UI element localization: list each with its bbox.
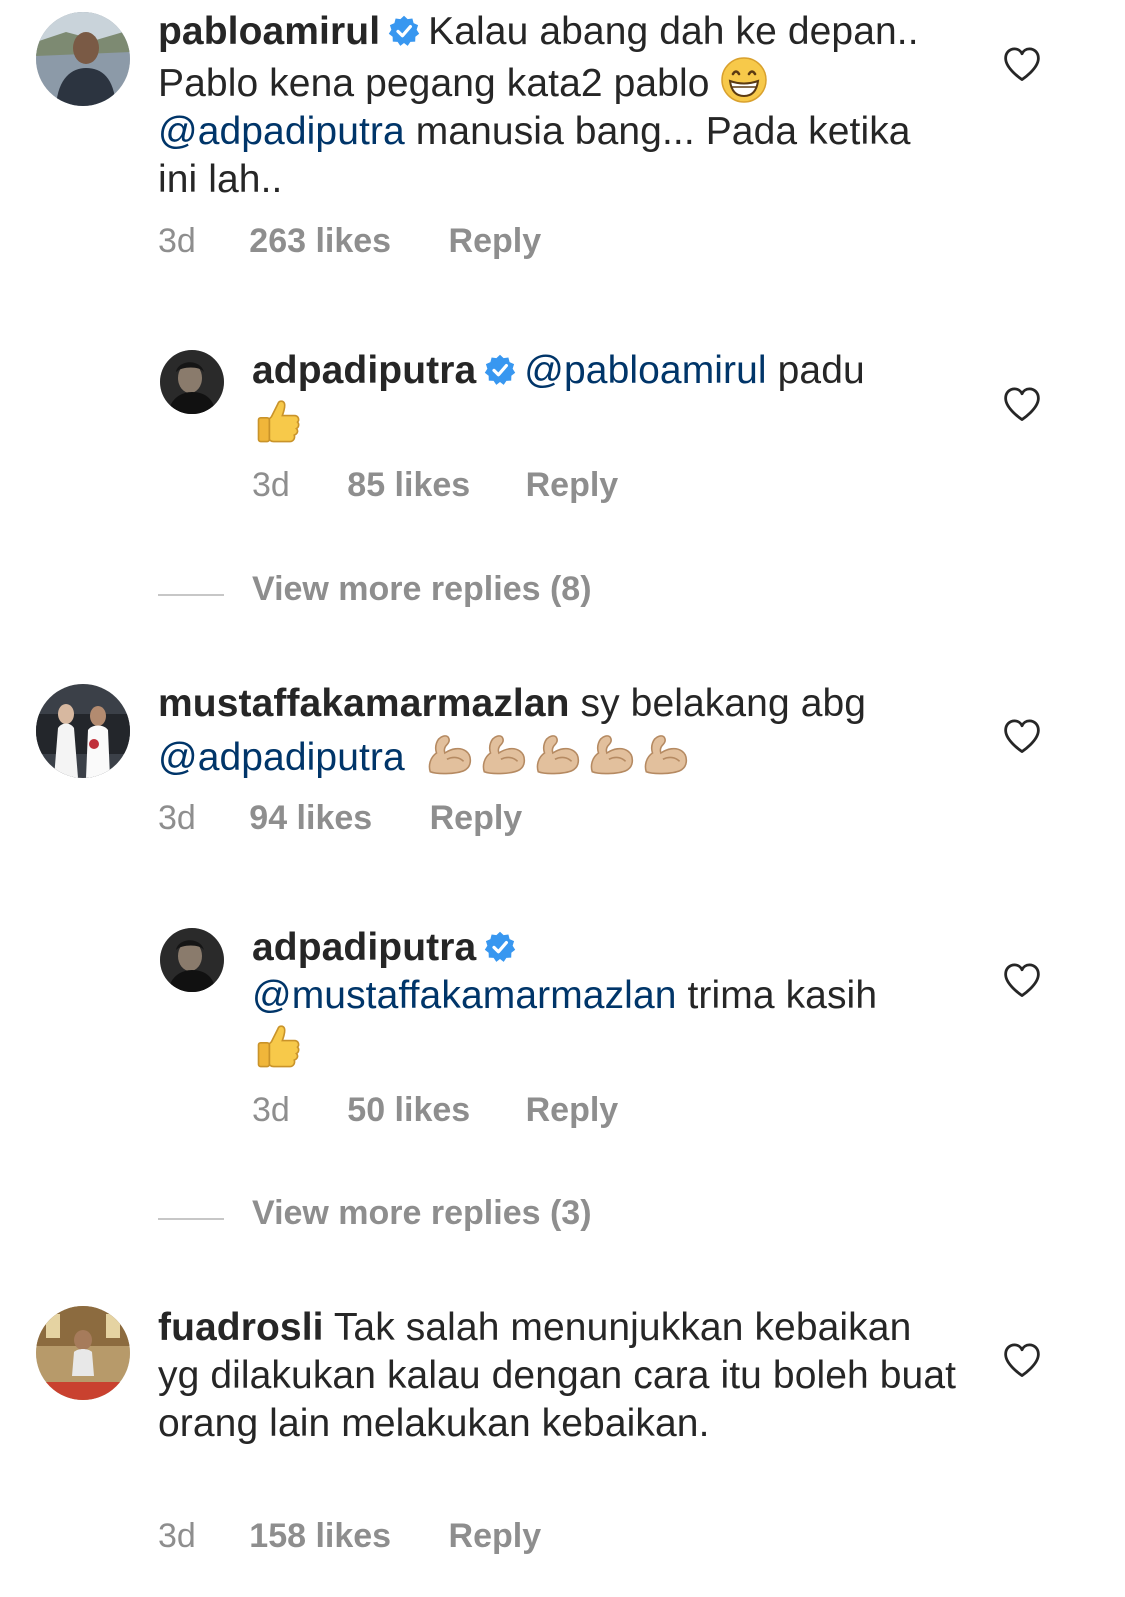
grinning-face-icon — [721, 56, 768, 104]
avatar-photo-icon — [160, 928, 224, 992]
like-heart-icon[interactable] — [1002, 1342, 1042, 1378]
thumbs-up-icon — [257, 1025, 300, 1068]
mention-link[interactable]: @pabloamirul — [524, 349, 766, 392]
avatar[interactable] — [36, 684, 130, 778]
comment-meta: 3d 158 likes Reply — [158, 1517, 541, 1556]
mention-link[interactable]: @adpadiputra — [158, 110, 405, 153]
comment-text: pabloamirul Kalau abang dah ke depan.. Pa… — [158, 8, 958, 204]
comment-username[interactable]: mustaffakamarmazlan — [158, 682, 570, 725]
like-heart-icon[interactable] — [1002, 718, 1042, 754]
avatar[interactable] — [160, 350, 224, 414]
flexed-biceps-group — [424, 728, 694, 790]
reply-button[interactable]: Reply — [449, 222, 542, 261]
comment-meta: 3d 94 likes Reply — [158, 799, 522, 838]
reply-text: adpadiputra @mustaffakamarmazlan trima k… — [252, 924, 952, 1076]
comment-likes[interactable]: 85 likes — [347, 466, 470, 505]
avatar-photo-icon — [36, 1306, 130, 1400]
comment-username[interactable]: fuadrosli — [158, 1306, 324, 1349]
flexed-biceps-icon — [428, 735, 471, 775]
verified-badge-icon — [388, 15, 420, 47]
comment-likes[interactable]: 158 likes — [249, 1517, 391, 1556]
reply-button[interactable]: Reply — [449, 1517, 542, 1556]
avatar[interactable] — [36, 12, 130, 106]
view-more-label[interactable]: View more replies (8) — [252, 570, 592, 609]
verified-badge-icon — [484, 931, 516, 963]
avatar[interactable] — [36, 1306, 130, 1400]
comment-likes[interactable]: 50 likes — [347, 1091, 470, 1130]
comment-body: padu — [777, 349, 865, 392]
comment-time: 3d — [252, 466, 290, 504]
comment-text: mustaffakamarmazlan sy belakang abg @adp… — [158, 680, 958, 790]
comment-text: fuadrosli Tak salah menunjukkan kebaikan… — [158, 1304, 958, 1448]
comment-body: sy belakang abg — [580, 682, 867, 725]
thumbs-up-icon — [257, 400, 300, 443]
comment-meta: 3d 85 likes Reply — [252, 466, 618, 505]
reply-button[interactable]: Reply — [430, 799, 523, 838]
reply-text: adpadiputra @pabloamirul padu — [252, 347, 952, 451]
avatar[interactable] — [160, 928, 224, 992]
comment-meta: 3d 50 likes Reply — [252, 1091, 618, 1130]
like-heart-icon[interactable] — [1002, 46, 1042, 82]
comment-username[interactable]: adpadiputra — [252, 349, 476, 392]
comment-likes[interactable]: 94 likes — [249, 799, 372, 838]
flexed-biceps-icon — [590, 735, 633, 775]
avatar-photo-icon — [36, 684, 130, 778]
divider-line — [158, 594, 224, 596]
mention-link[interactable]: @adpadiputra — [158, 736, 405, 779]
view-more-label[interactable]: View more replies (3) — [252, 1194, 592, 1233]
comment-time: 3d — [158, 799, 196, 837]
comment-meta: 3d 263 likes Reply — [158, 222, 541, 261]
avatar-photo-icon — [36, 12, 130, 106]
like-heart-icon[interactable] — [1002, 962, 1042, 998]
mention-link[interactable]: @mustaffakamarmazlan — [252, 974, 677, 1017]
verified-badge-icon — [484, 354, 516, 386]
comment-username[interactable]: adpadiputra — [252, 926, 476, 969]
like-heart-icon[interactable] — [1002, 386, 1042, 422]
comment-likes[interactable]: 263 likes — [249, 222, 391, 261]
reply-button[interactable]: Reply — [526, 466, 619, 505]
flexed-biceps-icon — [644, 735, 687, 775]
comment-time: 3d — [158, 222, 196, 260]
flexed-biceps-icon — [536, 735, 579, 775]
avatar-photo-icon — [160, 350, 224, 414]
reply-button[interactable]: Reply — [526, 1091, 619, 1130]
divider-line — [158, 1218, 224, 1220]
flexed-biceps-icon — [482, 735, 525, 775]
comment-time: 3d — [252, 1091, 290, 1129]
comment-time: 3d — [158, 1517, 196, 1555]
comment-username[interactable]: pabloamirul — [158, 10, 380, 53]
comment-body: trima kasih — [687, 974, 878, 1017]
